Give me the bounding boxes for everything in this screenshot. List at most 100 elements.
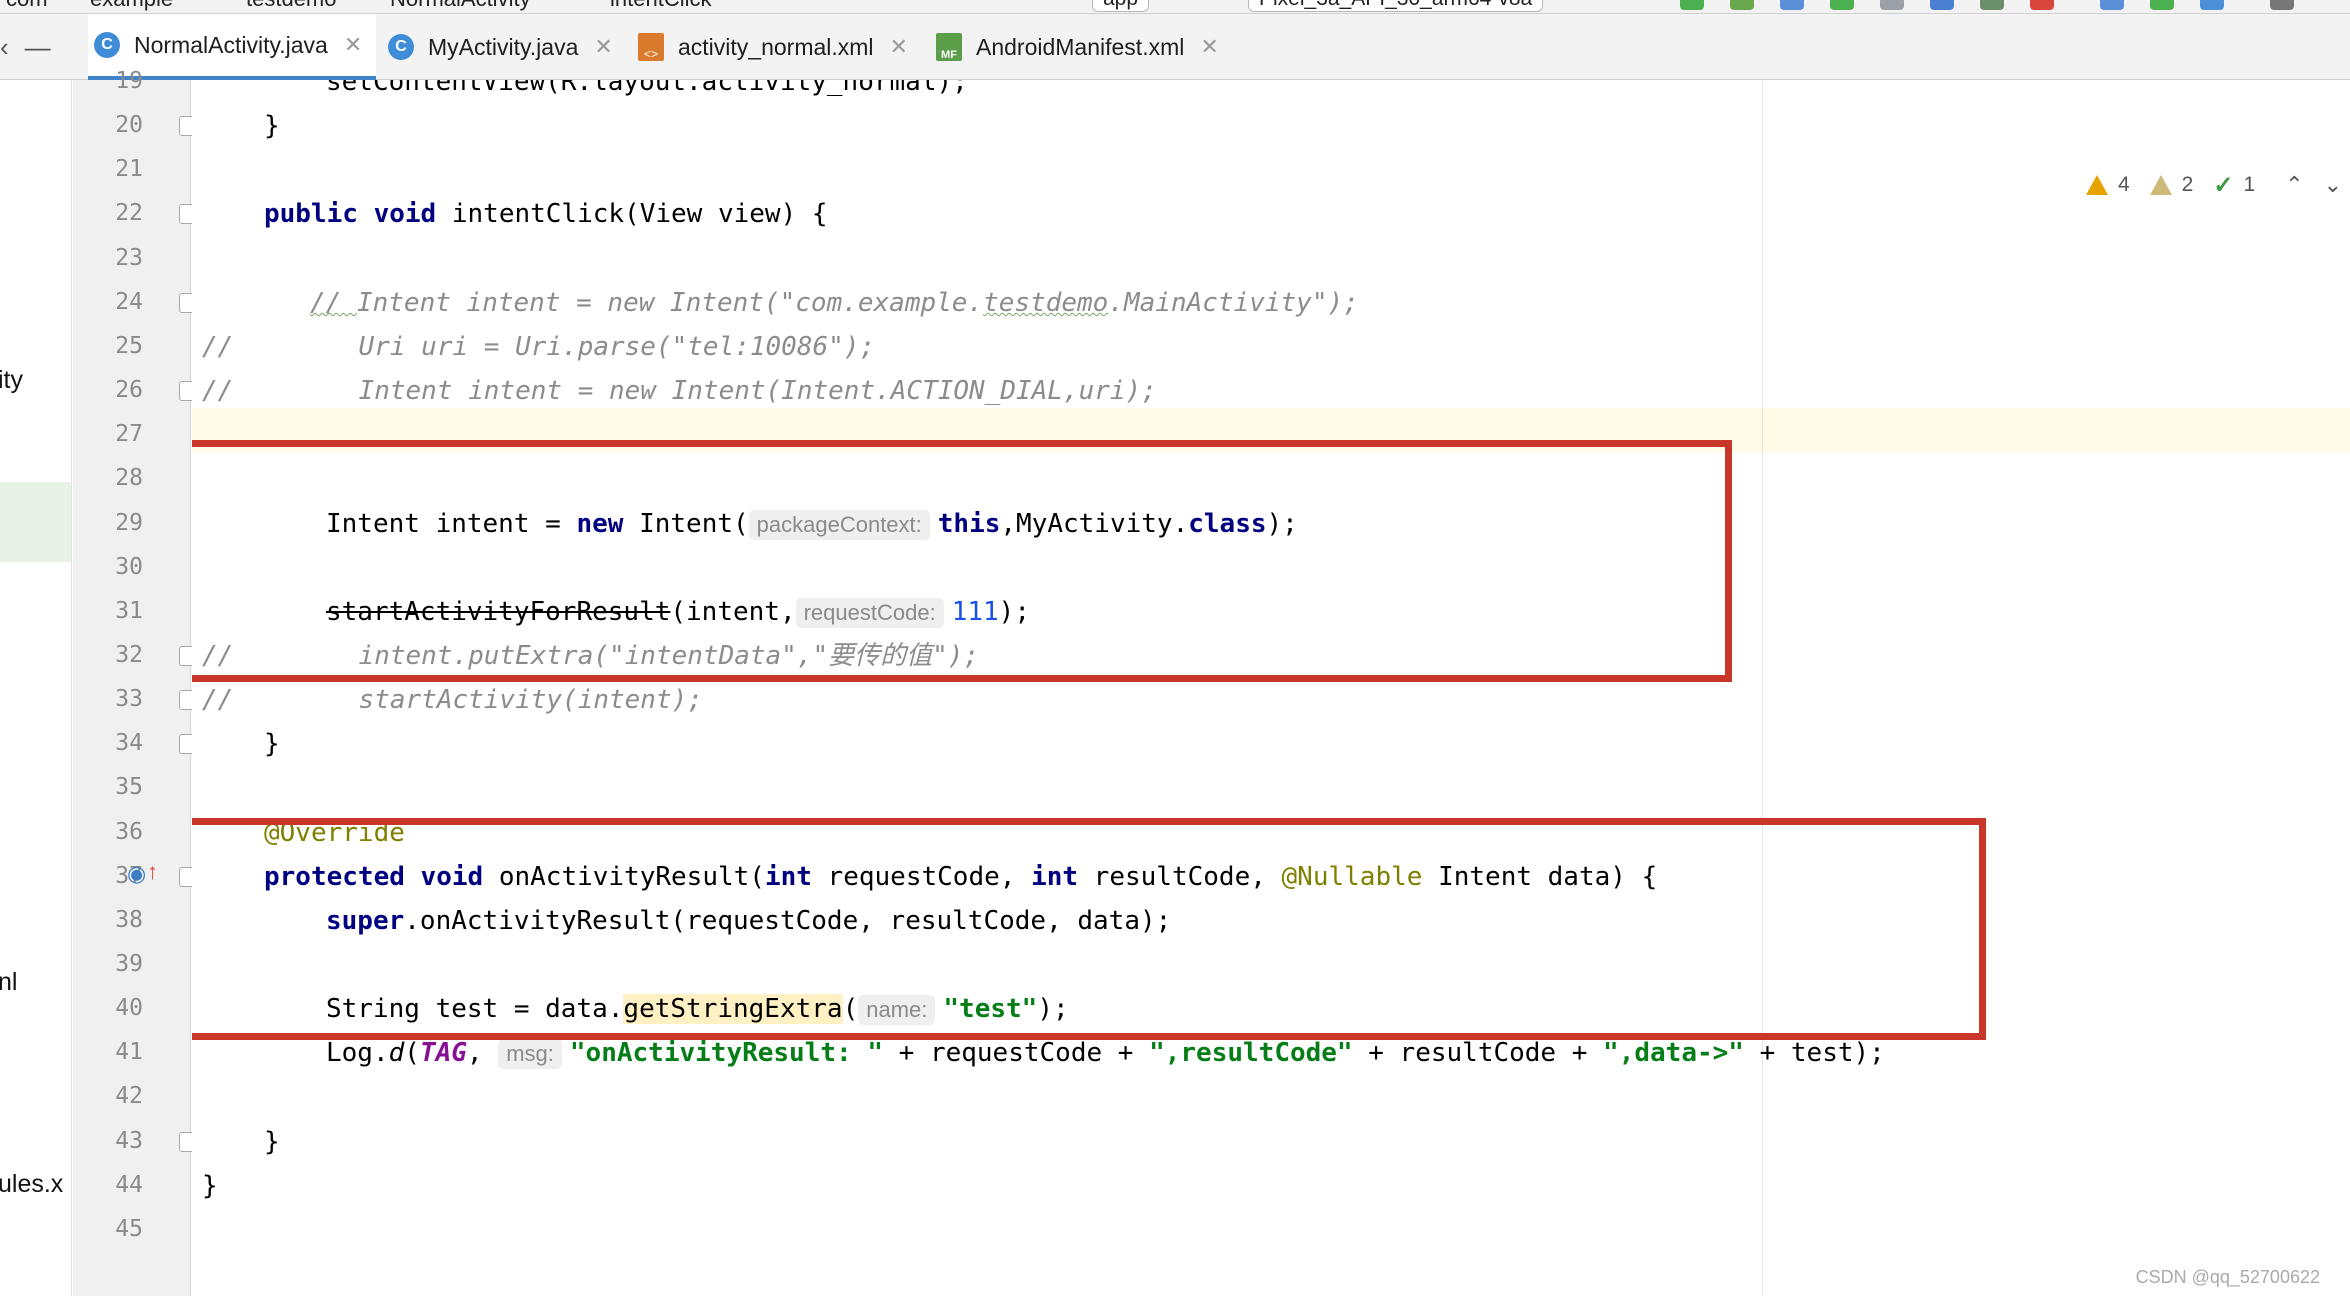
- tree-item[interactable]: ity: [0, 366, 23, 395]
- code-token: Intent intent = new Intent("com.example.: [356, 288, 984, 318]
- code-line-26[interactable]: // Intent intent = new Intent(Intent.ACT…: [202, 376, 1157, 406]
- chevron-down-icon[interactable]: ⌄: [2324, 172, 2342, 198]
- tab-activity-normal-xml[interactable]: <> activity_normal.xml ✕: [632, 14, 922, 80]
- code-token: public: [264, 199, 358, 229]
- line-number: 27: [115, 421, 143, 447]
- line-number: 33: [115, 686, 143, 712]
- typo-check-icon: ✓: [2213, 171, 2234, 199]
- minimize-icon[interactable]: —: [25, 32, 51, 63]
- code-line-19[interactable]: setContentView(R.layout.activity_normal)…: [326, 80, 968, 97]
- code-token: startActivity(intent);: [358, 685, 703, 715]
- selected-tree-item[interactable]: [0, 482, 71, 562]
- weak-warning-count: 2: [2181, 173, 2194, 196]
- line-number: 45: [115, 1216, 143, 1242]
- tab-my-activity[interactable]: C MyActivity.java ✕: [382, 14, 627, 80]
- inspection-widget[interactable]: 4 2 ✓ 1 ⌃ ⌄: [2085, 170, 2350, 200]
- tree-item[interactable]: ules.x: [0, 1170, 63, 1199]
- warning-count: 4: [2117, 173, 2130, 196]
- code-token: Log.: [326, 1038, 389, 1068]
- code-line-44[interactable]: }: [202, 1171, 218, 1201]
- tab-label: MyActivity.java: [428, 33, 579, 60]
- override-method-icon[interactable]: ◉: [127, 861, 146, 887]
- main-toolbar: com example testdemo NormalActivity inte…: [0, 0, 2350, 14]
- sync-icon[interactable]: [2100, 0, 2124, 10]
- breadcrumb-item[interactable]: testdemo: [246, 0, 337, 12]
- code-line-34[interactable]: }: [264, 729, 280, 759]
- tree-item[interactable]: nl: [0, 968, 17, 997]
- tab-label: NormalActivity.java: [134, 31, 328, 58]
- code-line-25[interactable]: // Uri uri = Uri.parse("tel:10086");: [202, 332, 875, 362]
- code-line-22[interactable]: public void intentClick(View view) {: [264, 199, 828, 229]
- code-line-41[interactable]: Log.d(TAG, msg: "onActivityResult: " + re…: [326, 1038, 1885, 1069]
- code-token: d: [388, 1038, 405, 1068]
- code-token: //: [310, 288, 357, 318]
- tab-controls: ‹ —: [0, 14, 51, 80]
- line-number: 38: [115, 907, 143, 933]
- device-select[interactable]: Pixel_3a_API_30_arm64-v8a: [1248, 0, 1544, 12]
- line-number: 35: [115, 774, 143, 800]
- arrow-up-icon[interactable]: ↑: [147, 859, 158, 885]
- code-token: }: [202, 1171, 218, 1201]
- attach-debugger-icon[interactable]: [1930, 0, 1954, 10]
- apply-code-changes-icon[interactable]: [1780, 0, 1804, 10]
- line-number: 40: [115, 995, 143, 1021]
- breadcrumb-item[interactable]: NormalActivity: [390, 0, 531, 12]
- close-icon[interactable]: ✕: [1200, 34, 1218, 60]
- java-class-icon: C: [94, 32, 120, 58]
- breadcrumb-item[interactable]: com: [6, 0, 48, 12]
- run-icon[interactable]: [1680, 0, 1704, 10]
- close-icon[interactable]: ✕: [344, 32, 362, 58]
- device-manager-icon[interactable]: [2150, 0, 2174, 10]
- run-config-select[interactable]: app: [1092, 0, 1150, 12]
- debug-icon[interactable]: [1830, 0, 1854, 10]
- typo-count: 1: [2243, 173, 2256, 196]
- code-token: + test);: [1743, 1038, 1885, 1068]
- line-number: 21: [115, 156, 143, 182]
- code-line-24[interactable]: // Intent intent = new Intent("com.examp…: [310, 288, 1359, 318]
- code-token: }: [264, 729, 280, 759]
- apply-changes-icon[interactable]: [1730, 0, 1754, 10]
- manifest-icon: MF: [936, 33, 962, 61]
- code-token: ,: [466, 1038, 499, 1068]
- breadcrumb-item[interactable]: intentClick: [610, 0, 711, 12]
- line-number: 44: [115, 1172, 143, 1198]
- code-line-43[interactable]: }: [264, 1127, 280, 1157]
- stop-icon[interactable]: [2030, 0, 2054, 10]
- layout-xml-icon: <>: [638, 33, 664, 61]
- split-icon[interactable]: ‹: [0, 32, 9, 63]
- coverage-icon[interactable]: [1980, 0, 2004, 10]
- right-margin-guide: [1762, 80, 1763, 1296]
- line-number: 22: [115, 200, 143, 226]
- code-token: setContentView(R.layout.activity_normal)…: [326, 80, 968, 97]
- tab-label: AndroidManifest.xml: [976, 33, 1185, 60]
- weak-warning-icon: [2149, 175, 2172, 195]
- line-number: 31: [115, 598, 143, 624]
- code-token: TAG: [419, 1038, 467, 1068]
- code-line-33[interactable]: // startActivity(intent);: [202, 685, 703, 715]
- line-number: 26: [115, 377, 143, 403]
- code-token: //: [202, 376, 234, 406]
- code-token: Intent intent = new Intent(Intent.ACTION…: [358, 376, 1157, 406]
- code-editor[interactable]: 4 2 ✓ 1 ⌃ ⌄ setContentView(R.layout.acti…: [192, 80, 2350, 1296]
- code-token: + resultCode +: [1352, 1038, 1604, 1068]
- tab-android-manifest[interactable]: MF AndroidManifest.xml ✕: [930, 14, 1233, 80]
- line-number: 39: [115, 951, 143, 977]
- sdk-manager-icon[interactable]: [2200, 0, 2224, 10]
- chevron-up-icon[interactable]: ⌃: [2285, 172, 2303, 198]
- profile-icon[interactable]: [1880, 0, 1904, 10]
- code-token: ",data->": [1603, 1038, 1744, 1068]
- close-icon[interactable]: ✕: [594, 34, 612, 60]
- code-token: testdemo: [983, 288, 1109, 318]
- line-number-gutter: 19 20 21 22 23 24 25 26 27 28 29 30 31 32 33 34 35 36 37 38…: [73, 68, 197, 1296]
- line-number: 24: [115, 289, 143, 315]
- search-icon[interactable]: [2270, 0, 2294, 10]
- code-line-20[interactable]: }: [264, 111, 280, 141]
- breadcrumb-item[interactable]: example: [90, 0, 173, 12]
- code-token: void: [373, 199, 437, 229]
- watermark: CSDN @qq_52700622: [2135, 1267, 2320, 1287]
- code-token: //: [202, 685, 234, 715]
- close-icon[interactable]: ✕: [890, 34, 908, 60]
